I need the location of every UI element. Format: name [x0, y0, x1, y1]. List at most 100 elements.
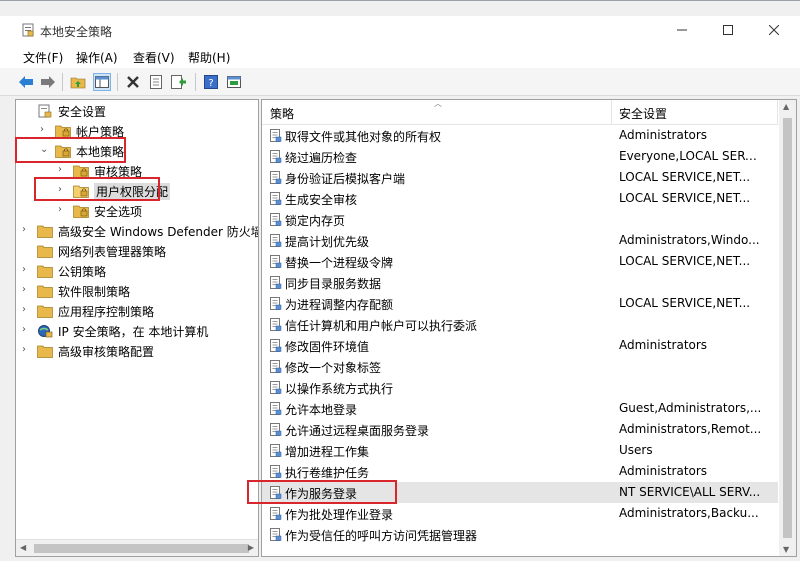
- policy-row[interactable]: 绕过遍历检查 Everyone,LOCAL SERVICE,...: [262, 146, 778, 167]
- policy-row[interactable]: 执行卷维护任务 Administrators: [262, 461, 778, 482]
- policy-name: 生成安全审核: [285, 193, 358, 207]
- menu-view[interactable]: 查看(V): [133, 49, 175, 66]
- collapsed-chevron-icon[interactable]: ›: [58, 204, 68, 216]
- window-title: 本地安全策略: [40, 25, 113, 39]
- tree-icon-slot: [55, 121, 71, 141]
- policy-row[interactable]: 身份验证后模拟客户端 LOCAL SERVICE,NET...: [262, 167, 778, 188]
- column-header-setting[interactable]: 安全设置: [619, 105, 667, 122]
- up-level-button[interactable]: [69, 73, 87, 91]
- properties-sheet-icon: [150, 75, 162, 89]
- folder-up-icon: [70, 77, 86, 89]
- scrollbar-thumb[interactable]: [783, 118, 792, 538]
- menu-action[interactable]: 操作(A): [76, 49, 118, 66]
- policy-row[interactable]: 为进程调整内存配额 LOCAL SERVICE,NET...: [262, 293, 778, 314]
- tree-item-app-control[interactable]: › 应用程序控制策略: [16, 301, 256, 321]
- scroll-right-icon[interactable]: ▶: [248, 543, 254, 552]
- tree-item-user-rights-assignment[interactable]: › 用户权限分配: [16, 181, 256, 201]
- show-hide-tree-button[interactable]: [93, 73, 111, 91]
- mmc-view-button[interactable]: [225, 73, 243, 91]
- collapsed-chevron-icon[interactable]: ›: [22, 284, 32, 296]
- policy-row[interactable]: 提高计划优先级 Administrators,Windo...: [262, 230, 778, 251]
- tree-item-software-restriction[interactable]: › 软件限制策略: [16, 281, 256, 301]
- policy-row[interactable]: 作为受信任的呼叫方访问凭据管理器: [262, 524, 778, 545]
- export-list-button[interactable]: [170, 73, 188, 91]
- collapsed-chevron-icon[interactable]: ›: [22, 324, 32, 336]
- collapsed-chevron-icon[interactable]: ›: [22, 264, 32, 276]
- policy-name: 锁定内存页: [285, 214, 346, 228]
- policy-row[interactable]: 增加进程工作集 Users: [262, 440, 778, 461]
- policy-row[interactable]: 生成安全审核 LOCAL SERVICE,NET...: [262, 188, 778, 209]
- menu-help[interactable]: 帮助(H): [188, 49, 230, 66]
- scroll-down-icon[interactable]: ▼: [783, 545, 789, 554]
- list-vertical-scrollbar[interactable]: ▲ ▼: [779, 100, 796, 556]
- policy-row[interactable]: 修改一个对象标签: [262, 356, 778, 377]
- policy-row[interactable]: 以操作系统方式执行: [262, 377, 778, 398]
- tree-item-defender-firewall[interactable]: › 高级安全 Windows Defender 防火墙: [16, 221, 258, 241]
- policy-setting: LOCAL SERVICE,NET...: [619, 191, 751, 205]
- policy-row[interactable]: 取得文件或其他对象的所有权 Administrators: [262, 125, 778, 146]
- policy-name: 允许通过远程桌面服务登录: [285, 424, 430, 438]
- policy-row[interactable]: 替换一个进程级令牌 LOCAL SERVICE,NET...: [262, 251, 778, 272]
- tree-icon-slot: [73, 161, 89, 181]
- forward-button[interactable]: [39, 73, 57, 91]
- svg-text:?: ?: [208, 78, 213, 89]
- tree-item-audit-policy[interactable]: › 审核策略: [16, 161, 256, 181]
- policy-row[interactable]: 允许本地登录 Guest,Administrators,...: [262, 398, 778, 419]
- tree-horizontal-scrollbar[interactable]: ◀ ▶: [16, 539, 258, 556]
- back-button[interactable]: [17, 73, 35, 91]
- collapsed-chevron-icon[interactable]: ›: [22, 304, 32, 316]
- collapsed-chevron-icon[interactable]: ›: [58, 184, 68, 196]
- tree-item-account-policies[interactable]: › 帐户策略: [16, 121, 256, 141]
- policy-document-icon: [270, 360, 282, 373]
- policy-row[interactable]: 修改固件环境值 Administrators: [262, 335, 778, 356]
- column-divider[interactable]: [611, 100, 612, 125]
- policy-document-icon: [270, 192, 282, 205]
- scroll-up-icon[interactable]: ▲: [783, 102, 789, 111]
- help-button[interactable]: ?: [202, 73, 220, 91]
- policy-document-icon: [270, 276, 282, 289]
- policy-row[interactable]: 锁定内存页: [262, 209, 778, 230]
- policy-row[interactable]: 信任计算机和用户帐户可以执行委派: [262, 314, 778, 335]
- tree-item-local-policies[interactable]: ⌄ 本地策略: [16, 141, 256, 161]
- policy-row[interactable]: 同步目录服务数据: [262, 272, 778, 293]
- collapsed-chevron-icon[interactable]: ›: [40, 124, 50, 136]
- collapsed-chevron-icon[interactable]: ›: [22, 224, 32, 236]
- tree-item-label: IP 安全策略，在 本地计算机: [58, 325, 209, 339]
- policy-row[interactable]: 作为服务登录 NT SERVICE\ALL SERV...: [262, 482, 778, 503]
- minimize-button[interactable]: [659, 16, 705, 46]
- policy-document-icon: [270, 381, 282, 394]
- tree-item-label: 安全选项: [94, 205, 143, 219]
- tree-item-network-list-manager[interactable]: 网络列表管理器策略: [16, 241, 256, 261]
- policy-row[interactable]: 作为批处理作业登录 Administrators,Backu...: [262, 503, 778, 524]
- policy-document-icon: [270, 234, 282, 247]
- tree-icon-slot: [55, 141, 71, 161]
- tree-item-security-settings[interactable]: 安全设置: [16, 101, 256, 121]
- tree-item-security-options[interactable]: › 安全选项: [16, 201, 256, 221]
- policy-row[interactable]: 允许通过远程桌面服务登录 Administrators,Remot...: [262, 419, 778, 440]
- tree-item-label: 安全设置: [58, 105, 107, 119]
- folder-icon: [37, 245, 53, 258]
- menu-file[interactable]: 文件(F): [23, 49, 63, 66]
- scrollbar-thumb[interactable]: [34, 544, 249, 553]
- tree-item-public-key-policies[interactable]: › 公钥策略: [16, 261, 256, 281]
- tree-item-ip-security[interactable]: › IP 安全策略，在 本地计算机: [16, 321, 256, 341]
- export-list-icon: [171, 75, 186, 89]
- column-divider[interactable]: [777, 100, 778, 125]
- maximize-button[interactable]: [705, 16, 751, 46]
- local-security-policy-window: 本地安全策略 文件(F) 操作(A) 查看(V) 帮助(H) ? 安全设置 › …: [0, 0, 800, 561]
- policy-setting: Everyone,LOCAL SERVICE,...: [619, 149, 764, 163]
- tree-item-advanced-audit[interactable]: › 高级审核策略配置: [16, 341, 256, 361]
- policy-name: 作为服务登录: [285, 487, 358, 501]
- collapsed-chevron-icon[interactable]: ›: [22, 344, 32, 356]
- close-button[interactable]: [751, 16, 797, 46]
- column-header-policy[interactable]: 策略: [270, 105, 294, 122]
- delete-button[interactable]: [124, 73, 142, 91]
- collapsed-chevron-icon[interactable]: ›: [58, 164, 68, 176]
- policy-setting: NT SERVICE\ALL SERV...: [619, 485, 761, 499]
- scroll-left-icon[interactable]: ◀: [20, 543, 26, 552]
- tree-item-label: 审核策略: [94, 165, 143, 179]
- policy-folder-icon: [55, 145, 71, 158]
- properties-button[interactable]: [147, 73, 165, 91]
- tree-item-label: 帐户策略: [76, 125, 125, 139]
- expanded-chevron-icon[interactable]: ⌄: [40, 144, 50, 156]
